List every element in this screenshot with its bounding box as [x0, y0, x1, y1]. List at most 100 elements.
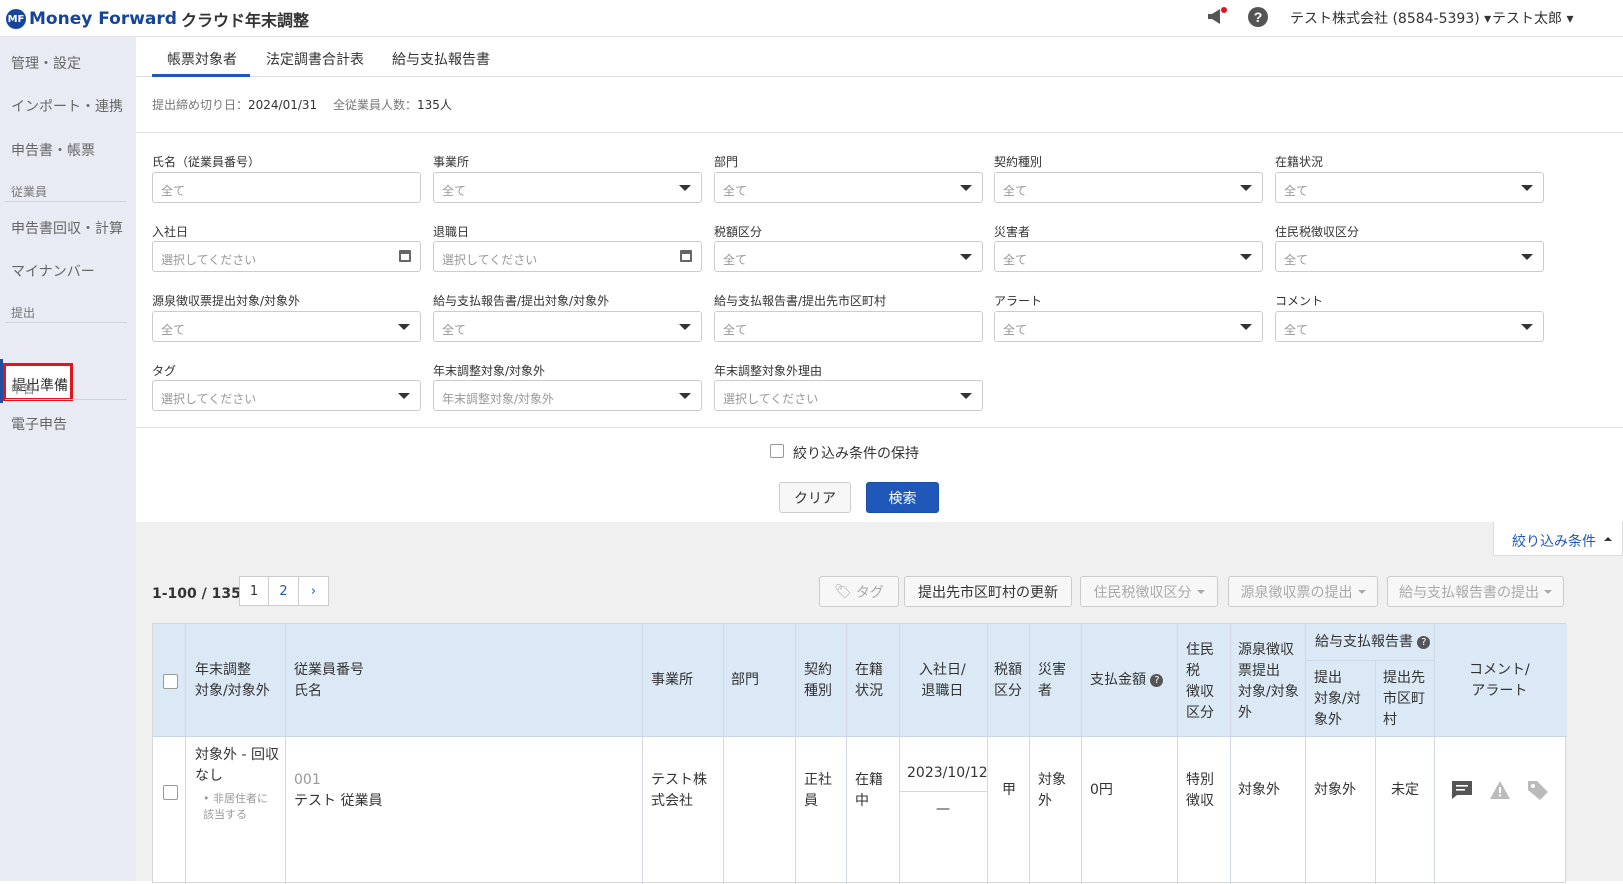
tag-icon[interactable]: [1527, 780, 1549, 807]
header-sr-city[interactable]: 提出先 市区町 村: [1383, 668, 1425, 731]
filter-label-comment: コメント: [1275, 294, 1324, 308]
next-page-button[interactable]: ›: [298, 576, 329, 606]
divider: [987, 624, 988, 884]
filter-toggle-button[interactable]: 絞り込み条件: [1493, 522, 1623, 556]
page-2-button[interactable]: 2: [268, 576, 299, 606]
cell-emp-no: 001: [294, 772, 321, 788]
alert-select[interactable]: 全て: [994, 311, 1263, 342]
disaster-select[interactable]: 全て: [994, 241, 1263, 272]
cell-ye-target: 対象外 - 回収 なし: [195, 747, 279, 784]
sidebar-item-mynumber[interactable]: マイナンバー: [11, 261, 95, 281]
filter-label-dept: 部門: [714, 155, 739, 169]
sidebar-section-employee: 従業員: [11, 185, 48, 199]
tab-salary-report[interactable]: 給与支払報告書: [392, 49, 490, 69]
app-logo[interactable]: MF Money Forward クラウド年末調整: [6, 7, 309, 31]
withholding-submit-button[interactable]: 源泉徴収票の提出: [1228, 576, 1378, 607]
header-withholding[interactable]: 源泉徴収 票提出 対象/対象 外: [1238, 640, 1299, 724]
page-1-button[interactable]: 1: [239, 576, 269, 606]
hire-date-picker[interactable]: 選択してください: [152, 241, 421, 272]
salary-report-city-input[interactable]: 全て: [714, 311, 983, 342]
divider: [285, 624, 286, 884]
company-selector[interactable]: テスト株式会社 (8584-5393) ▾: [1290, 8, 1491, 28]
header-employee[interactable]: 従業員番号 氏名: [294, 660, 364, 702]
leave-date-picker[interactable]: 選択してください: [433, 241, 702, 272]
top-bar: MF Money Forward クラウド年末調整 ? テスト株式会社 (858…: [0, 0, 1623, 37]
user-menu[interactable]: テスト太郎 ▾: [1492, 8, 1573, 28]
help-icon[interactable]: ?: [1248, 7, 1268, 31]
filter-toggle-label: 絞り込み条件: [1512, 534, 1596, 550]
resident-tax-button-label: 住民税徴収区分: [1093, 584, 1192, 601]
ye-reason-select[interactable]: 選択してください: [714, 380, 983, 411]
header-dept[interactable]: 部門: [731, 670, 759, 691]
filter-label-contract: 契約種別: [994, 155, 1043, 169]
cell-emp-name[interactable]: テスト 従業員: [294, 791, 382, 812]
sidebar-item-forms[interactable]: 申告書・帳票: [11, 140, 95, 160]
dept-select[interactable]: 全て: [714, 172, 983, 203]
cell-hire-date: 2023/10/12: [907, 765, 988, 781]
header-salary-group-label: 給与支払報告書: [1315, 634, 1413, 650]
help-icon[interactable]: ?: [1417, 635, 1431, 649]
filter-label-ye-reason: 年末調整対象外理由: [714, 364, 823, 378]
contract-select[interactable]: 全て: [994, 172, 1263, 203]
chevron-down-icon: [960, 393, 972, 399]
company-name: テスト株式会社 (8584-5393): [1290, 11, 1480, 27]
tag-select[interactable]: 選択してください: [152, 380, 421, 411]
salary-report-target-select[interactable]: 全て: [433, 311, 702, 342]
resident-tax-button[interactable]: 住民税徴収区分: [1080, 576, 1218, 607]
divider: [1305, 624, 1306, 884]
row-checkbox[interactable]: [163, 785, 178, 800]
tag-button[interactable]: 🏷 タグ: [819, 576, 899, 607]
update-city-button[interactable]: 提出先市区町村の更新: [904, 576, 1072, 607]
brand-name: Money Forward: [29, 9, 177, 29]
status-select[interactable]: 全て: [1275, 172, 1544, 203]
tax-class-select[interactable]: 全て: [714, 241, 983, 272]
header-ye-target[interactable]: 年末調整 対象/対象外: [195, 660, 270, 702]
divider: [1029, 624, 1030, 884]
header-contract[interactable]: 契約 種別: [804, 660, 832, 702]
search-button[interactable]: 検索: [866, 482, 939, 513]
tab-legal-summary[interactable]: 法定調書合計表: [266, 49, 364, 69]
sidebar-item-collect[interactable]: 申告書回収・計算: [11, 218, 123, 238]
tag-button-label: タグ: [855, 584, 884, 601]
chevron-down-icon: [398, 393, 410, 399]
select-all-checkbox[interactable]: [163, 674, 178, 689]
cell-withholding: 対象外: [1238, 782, 1280, 798]
chevron-down-icon: [1521, 254, 1533, 260]
alert-icon[interactable]: [1489, 780, 1511, 807]
resident-tax-select[interactable]: 全て: [1275, 241, 1544, 272]
office-select[interactable]: 全て: [433, 172, 702, 203]
divider: [1305, 660, 1434, 661]
cell-tax: 甲: [1002, 782, 1016, 798]
filter-label-office: 事業所: [433, 155, 470, 169]
sidebar-item-admin[interactable]: 管理・設定: [11, 53, 81, 73]
withholding-select[interactable]: 全て: [152, 311, 421, 342]
header-sr-target[interactable]: 提出 対象/対 象外: [1314, 668, 1361, 731]
header-disaster[interactable]: 災害 者: [1038, 660, 1066, 702]
filter-label-name: 氏名（従業員番号）: [152, 155, 261, 169]
help-icon[interactable]: ?: [1150, 673, 1164, 687]
office-select-value: 全て: [442, 184, 467, 198]
header-pay[interactable]: 支払金額 ?: [1090, 670, 1164, 691]
header-office[interactable]: 事業所: [651, 670, 693, 691]
chevron-down-icon: [1240, 185, 1252, 191]
ye-target-select[interactable]: 年末調整対象/対象外: [433, 380, 702, 411]
header-status[interactable]: 在籍 状況: [855, 660, 883, 702]
sidebar-item-import[interactable]: インポート・連携: [11, 96, 123, 116]
clear-button[interactable]: クリア: [779, 482, 851, 513]
cell-contract: 正社 員: [804, 772, 832, 809]
comment-icon[interactable]: [1451, 780, 1473, 807]
header-dates[interactable]: 入社日/ 退職日: [919, 660, 966, 702]
salary-report-submit-button[interactable]: 給与支払報告書の提出: [1387, 576, 1564, 607]
comment-select[interactable]: 全て: [1275, 311, 1544, 342]
summary-info: 提出締め切り日：2024/01/31 全従業員人数：135人: [152, 96, 452, 113]
name-input[interactable]: 全て: [152, 172, 421, 203]
sidebar-item-edeclare[interactable]: 電子申告: [11, 414, 67, 434]
header-tax[interactable]: 税額 区分: [994, 660, 1022, 702]
dept-select-value: 全て: [723, 184, 748, 198]
sidebar-divider: [5, 322, 127, 323]
keep-filter-checkbox[interactable]: [770, 444, 784, 458]
megaphone-icon[interactable]: [1206, 7, 1228, 31]
tab-targets[interactable]: 帳票対象者: [167, 49, 237, 69]
header-resident[interactable]: 住民 税 徴収 区分: [1186, 640, 1214, 724]
product-name: クラウド年末調整: [180, 11, 309, 30]
